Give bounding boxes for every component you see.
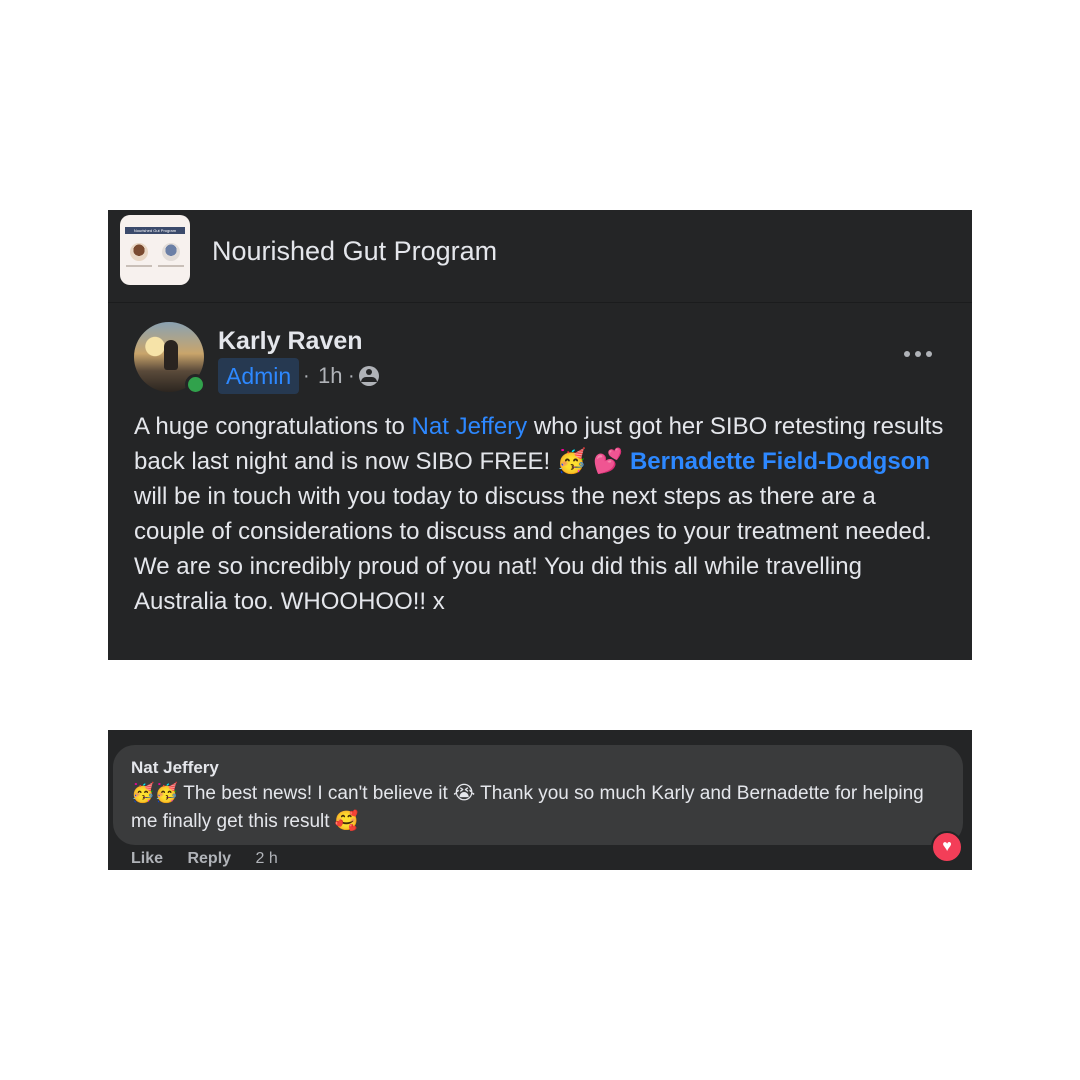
love-reaction-icon[interactable]: ♥ [931,831,963,863]
like-button[interactable]: Like [131,848,163,870]
reply-button[interactable]: Reply [187,848,231,870]
comment-actions: Like Reply 2 h [131,848,278,870]
more-options-icon [904,351,910,357]
post-card: Nourished Gut Program Nourished Gut Prog… [108,210,972,660]
more-options-button[interactable] [904,344,938,364]
group-cover-thumbnail[interactable]: Nourished Gut Program [120,215,190,285]
comment-timestamp[interactable]: 2 h [256,848,278,870]
comment-text: 🥳🥳 The best news! I can't believe it 😭 T… [131,783,924,832]
comment-card: Nat Jeffery 🥳🥳 The best news! I can't be… [108,730,972,870]
thumb-photo-2 [162,243,180,261]
group-thumb-title: Nourished Gut Program [125,227,185,234]
group-header[interactable]: Nourished Gut Program Nourished Gut Prog… [108,210,972,303]
thumb-caption-1 [126,265,152,267]
comment-bubble: Nat Jeffery 🥳🥳 The best news! I can't be… [113,745,963,845]
post-body: A huge congratulations to Nat Jeffery wh… [134,409,946,619]
comment-author-name[interactable]: Nat Jeffery [131,757,219,779]
meta-separator: · [303,365,310,387]
more-options-icon [926,351,932,357]
group-name[interactable]: Nourished Gut Program [212,234,497,268]
admin-badge[interactable]: Admin [218,358,300,394]
mention-bernadette[interactable]: Bernadette Field-Dodgson [630,448,930,475]
thumb-caption-2 [158,265,184,267]
more-options-icon [915,351,921,357]
thumb-photo-1 [130,243,148,261]
post-author-name[interactable]: Karly Raven [218,326,363,356]
post-text-part: will be in touch with you today to discu… [134,483,932,615]
online-status-dot [185,374,206,395]
meta-separator: · [348,365,355,387]
group-members-icon[interactable] [359,366,379,386]
post-text-part: A huge congratulations to [134,413,412,440]
avatar-photo-figure [164,340,178,370]
mention-nat-jeffery[interactable]: Nat Jeffery [412,413,528,440]
post-timestamp[interactable]: 1h [318,361,342,391]
